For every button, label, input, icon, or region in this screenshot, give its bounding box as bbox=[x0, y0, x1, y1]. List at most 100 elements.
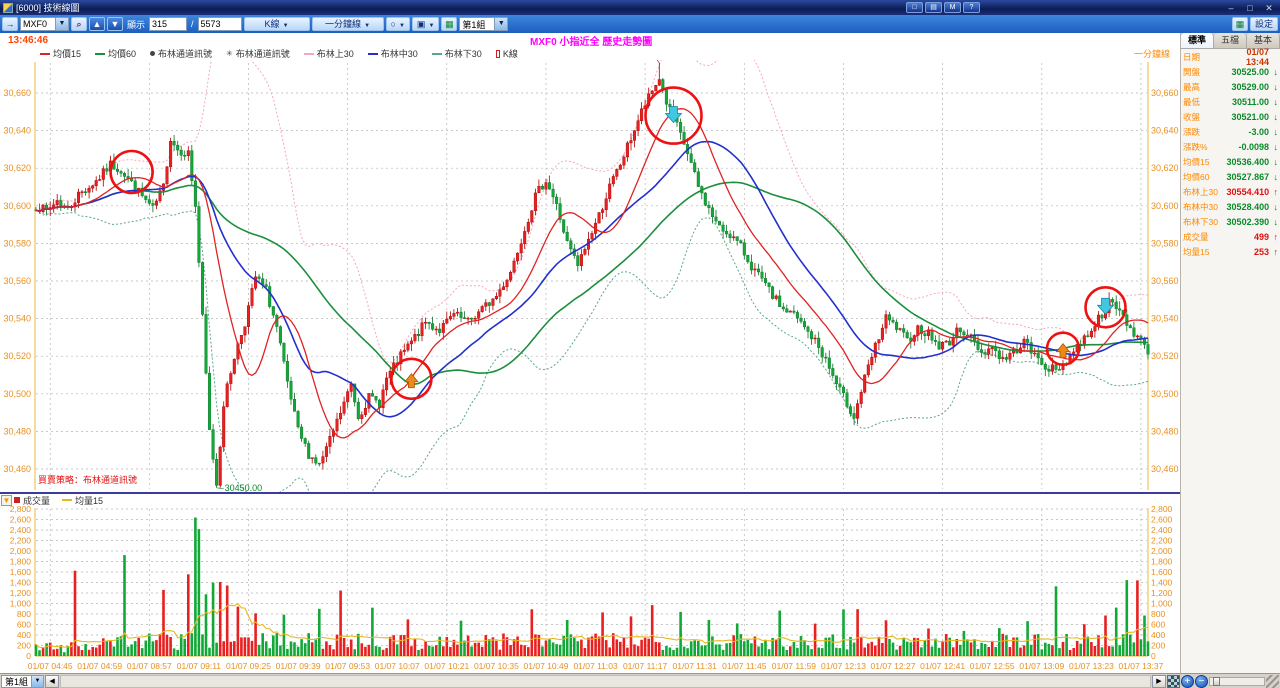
svg-text:1,000: 1,000 bbox=[1151, 599, 1173, 609]
group-combo-bottom[interactable]: 第1組 ▼ bbox=[1, 675, 44, 688]
strategy-label: 買賣策略：布林通道訊號 bbox=[38, 474, 137, 485]
resize-grip[interactable] bbox=[1266, 675, 1279, 688]
svg-text:30,620: 30,620 bbox=[3, 163, 31, 173]
scroll-down-button[interactable]: ▼ bbox=[107, 17, 123, 31]
window-tool-button-3[interactable]: M bbox=[944, 2, 961, 13]
legend-marker bbox=[40, 53, 50, 55]
down-arrow-icon: ↓ bbox=[1269, 217, 1278, 227]
image-dropdown-button[interactable]: ▣▼ bbox=[412, 17, 439, 31]
svg-text:2,000: 2,000 bbox=[10, 546, 32, 556]
zoom-slider-handle[interactable] bbox=[1213, 677, 1220, 686]
up-arrow-icon: ↑ bbox=[1269, 232, 1278, 242]
zoom-out-button[interactable]: − bbox=[1195, 675, 1208, 688]
chevron-down-icon: ▼ bbox=[364, 23, 370, 29]
quote-value: 30525.00 bbox=[1227, 67, 1269, 77]
svg-text:30,520: 30,520 bbox=[1151, 351, 1179, 361]
up-arrow-icon: ↑ bbox=[1269, 187, 1278, 197]
svg-text:01/07 09:53: 01/07 09:53 bbox=[325, 661, 370, 671]
save-icon: ▦ bbox=[445, 19, 454, 29]
ktype-dropdown-button[interactable]: K線▼ bbox=[244, 17, 310, 31]
volume-tool-icon[interactable]: ▼ bbox=[1, 495, 12, 506]
legend-item-5: 布林中30 bbox=[368, 47, 418, 60]
window-tool-button-4[interactable]: ? bbox=[963, 2, 980, 13]
price-legend: 均價15均價60布林通道訊號✳布林通道訊號布林上30布林中30布林下30K線一分… bbox=[0, 47, 1180, 60]
maximize-button[interactable]: □ bbox=[1242, 2, 1258, 14]
svg-text:30,540: 30,540 bbox=[1151, 314, 1179, 324]
save-layout-button[interactable]: ▦ bbox=[441, 17, 457, 31]
overlay-dropdown-button[interactable]: ○▼ bbox=[386, 17, 410, 31]
quote-value: 499 bbox=[1227, 232, 1269, 242]
svg-text:400: 400 bbox=[17, 630, 31, 640]
chevron-down-icon[interactable]: ▼ bbox=[55, 18, 68, 30]
window-tool-button-2[interactable]: ▤ bbox=[925, 2, 942, 13]
app-icon bbox=[3, 3, 13, 13]
svg-text:30,620: 30,620 bbox=[1151, 163, 1179, 173]
grid-toggle-icon[interactable] bbox=[1167, 675, 1180, 688]
volume-chart[interactable]: 002002004004006006008008001,0001,0001,20… bbox=[0, 506, 1180, 673]
horizontal-scrollbar[interactable] bbox=[60, 675, 1151, 688]
svg-text:30,460: 30,460 bbox=[3, 464, 31, 474]
svg-text:01/07 08:57: 01/07 08:57 bbox=[127, 661, 172, 671]
down-arrow-icon: ↓ bbox=[1269, 172, 1278, 182]
chevron-down-icon[interactable]: ▼ bbox=[494, 18, 507, 30]
settings-button[interactable]: 設定 bbox=[1250, 17, 1278, 31]
magnifier-button[interactable]: ⌕ bbox=[71, 17, 87, 31]
quote-value: 30536.400 bbox=[1227, 157, 1270, 167]
zoom-slider[interactable] bbox=[1209, 677, 1265, 686]
nav-arrow-icon[interactable]: → bbox=[2, 17, 18, 31]
scroll-left-button[interactable]: ◀ bbox=[45, 675, 59, 688]
svg-text:2,400: 2,400 bbox=[10, 525, 32, 535]
svg-text:30,600: 30,600 bbox=[3, 201, 31, 211]
quote-row-布林下30: 布林下30 30502.390 ↓ bbox=[1181, 214, 1280, 229]
legend-marker bbox=[14, 497, 20, 503]
legend-marker bbox=[62, 499, 72, 501]
svg-text:30,500: 30,500 bbox=[1151, 389, 1179, 399]
group-combo[interactable]: 第1組 ▼ bbox=[459, 17, 508, 31]
svg-text:30,540: 30,540 bbox=[3, 314, 31, 324]
chevron-down-icon[interactable]: ▼ bbox=[31, 676, 43, 687]
close-button[interactable]: ✕ bbox=[1261, 2, 1277, 14]
quote-row-成交量: 成交量 499 ↑ bbox=[1181, 229, 1280, 244]
minimize-button[interactable]: – bbox=[1223, 2, 1239, 14]
down-arrow-icon: ↓ bbox=[1269, 82, 1278, 92]
scroll-right-button[interactable]: ▶ bbox=[1152, 675, 1166, 688]
svg-text:30,480: 30,480 bbox=[3, 426, 31, 436]
zoom-in-button[interactable]: + bbox=[1181, 675, 1194, 688]
svg-text:01/07 04:45: 01/07 04:45 bbox=[28, 661, 73, 671]
svg-text:1,800: 1,800 bbox=[1151, 557, 1173, 567]
session-clock: 13:46:46 bbox=[8, 35, 48, 46]
candles bbox=[35, 63, 1150, 488]
svg-text:01/07 11:59: 01/07 11:59 bbox=[772, 661, 817, 671]
bars-total-input[interactable] bbox=[198, 17, 242, 31]
bars-shown-input[interactable] bbox=[149, 17, 187, 31]
svg-text:800: 800 bbox=[17, 609, 31, 619]
quote-row-收盤: 收盤 30521.00 ↓ bbox=[1181, 109, 1280, 124]
svg-text:30,640: 30,640 bbox=[3, 126, 31, 136]
quote-value: 253 bbox=[1227, 247, 1269, 257]
svg-text:200: 200 bbox=[17, 641, 31, 651]
symbol-combo[interactable]: MXF0 ▼ bbox=[20, 17, 69, 31]
excel-export-button[interactable]: ▦ bbox=[1232, 17, 1248, 31]
svg-text:01/07 11:17: 01/07 11:17 bbox=[623, 661, 668, 671]
svg-text:1,200: 1,200 bbox=[10, 588, 32, 598]
quote-row-日期: 日期 01/07 13:44 bbox=[1181, 49, 1280, 64]
symbol-value: MXF0 bbox=[21, 19, 55, 29]
interval-tag: 一分鐘線 bbox=[1134, 47, 1170, 60]
quote-value: -3.00 bbox=[1227, 127, 1269, 137]
svg-text:01/07 09:39: 01/07 09:39 bbox=[276, 661, 321, 671]
svg-text:01/07 12:55: 01/07 12:55 bbox=[970, 661, 1015, 671]
interval-dropdown-button[interactable]: 一分鐘線▼ bbox=[312, 17, 384, 31]
window-tool-button-1[interactable]: □ bbox=[906, 2, 923, 13]
legend-item-6: 布林下30 bbox=[432, 47, 482, 60]
legend-item-7: K線 bbox=[496, 47, 518, 60]
down-arrow-icon: ↓ bbox=[1269, 157, 1278, 167]
panel-tab-標準[interactable]: 標準 bbox=[1181, 33, 1214, 48]
scroll-up-button[interactable]: ▲ bbox=[89, 17, 105, 31]
price-chart[interactable]: 30,46030,46030,48030,48030,50030,50030,5… bbox=[0, 60, 1180, 492]
excel-icon: ▦ bbox=[1236, 19, 1245, 29]
svg-text:200: 200 bbox=[1151, 641, 1165, 651]
svg-text:2,000: 2,000 bbox=[1151, 546, 1173, 556]
svg-text:30,660: 30,660 bbox=[1151, 88, 1179, 98]
quote-value: 30511.00 bbox=[1227, 97, 1269, 107]
quote-row-布林上30: 布林上30 30554.410 ↑ bbox=[1181, 184, 1280, 199]
